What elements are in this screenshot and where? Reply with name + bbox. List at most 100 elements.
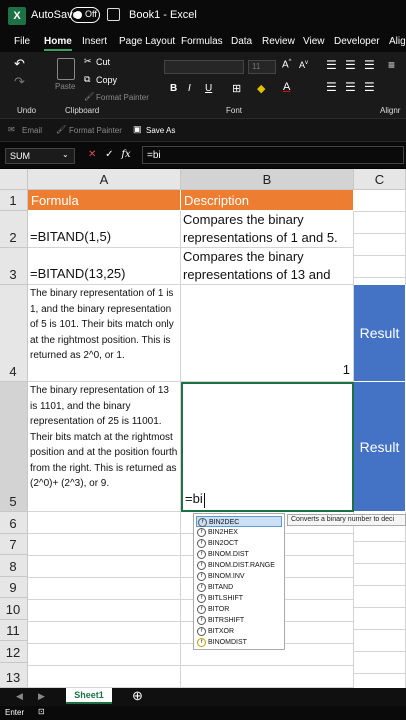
align-right-icon[interactable]: ☰ [364, 80, 375, 94]
cell-b1[interactable]: Description [181, 190, 354, 211]
copy-button[interactable]: Copy [96, 75, 117, 85]
cut-icon[interactable]: ✂ [84, 56, 92, 67]
autocomplete-item[interactable]: f BITXOR [196, 626, 282, 637]
column-header-a[interactable]: A [28, 169, 181, 190]
insert-function-button[interactable]: fx [121, 149, 130, 160]
row-header-11[interactable]: 11 [0, 620, 28, 641]
italic-button[interactable]: I [188, 83, 191, 94]
row-header-2[interactable]: 2 [0, 211, 28, 248]
cell-b4[interactable]: 1 [181, 285, 354, 382]
cut-button[interactable]: Cut [96, 57, 110, 67]
tab-developer[interactable]: Developer [334, 36, 380, 47]
format-painter-icon[interactable]: 🖌 [84, 92, 94, 101]
select-all-corner[interactable] [0, 169, 28, 190]
enter-check-icon[interactable]: ✓ [105, 149, 113, 160]
autocomplete-item[interactable]: f BITLSHIFT [196, 593, 282, 604]
autocomplete-item[interactable]: f BITAND [196, 582, 282, 593]
email-icon[interactable]: ✉ [8, 125, 15, 134]
paste-icon[interactable] [57, 58, 75, 80]
email-button[interactable]: Email [22, 126, 42, 135]
cell-a4[interactable]: The binary representation of 1 is 1, and… [28, 285, 181, 382]
cell-a3[interactable]: =BITAND(13,25) [28, 248, 181, 285]
scroll-left-icon[interactable]: ◀ [16, 691, 23, 702]
empty-cells-a[interactable] [28, 512, 181, 688]
autocomplete-item[interactable]: f BITRSHIFT [196, 615, 282, 626]
wrap-text-icon[interactable]: ≡ [388, 58, 395, 72]
formula-input[interactable]: =bi [142, 146, 404, 164]
autocomplete-item[interactable]: f BINOM.DIST [196, 549, 282, 560]
align-center-icon[interactable]: ☰ [345, 80, 356, 94]
cell-b2[interactable]: Compares the binary representations of 1… [181, 211, 354, 248]
paste-label[interactable]: Paste [55, 82, 75, 91]
grow-font-icon[interactable]: A^ [282, 59, 292, 70]
tab-file[interactable]: File [14, 36, 30, 47]
cell-c4[interactable]: Result [354, 285, 406, 382]
align-left-icon[interactable]: ☰ [326, 80, 337, 94]
function-icon: f [197, 539, 206, 548]
tab-formulas[interactable]: Formulas [181, 36, 223, 47]
shrink-font-icon[interactable]: Av [299, 60, 308, 70]
autocomplete-item[interactable]: f BINOM.INV [196, 571, 282, 582]
row-header-12[interactable]: 12 [0, 641, 28, 663]
row-header-5[interactable]: 5 [0, 382, 28, 512]
row-header-9[interactable]: 9 [0, 577, 28, 598]
cell-a5[interactable]: The binary representation of 13 is 1101,… [28, 382, 181, 512]
tab-home[interactable]: Home [44, 36, 72, 47]
underline-button[interactable]: U [205, 83, 212, 94]
font-family-select[interactable] [164, 60, 244, 74]
autosave-state: Off [85, 9, 97, 19]
row-header-10[interactable]: 10 [0, 598, 28, 620]
undo-icon[interactable]: ↶ [14, 56, 25, 72]
format-painter-2-icon[interactable]: 🖌 [56, 125, 66, 134]
borders-icon[interactable]: ⊞ [232, 82, 241, 95]
autocomplete-item[interactable]: f BINOM.DIST.RANGE [196, 560, 282, 571]
cell-c5[interactable]: Result [354, 382, 406, 512]
align-bottom-icon[interactable]: ☰ [364, 58, 375, 72]
row-header-13[interactable]: 13 [0, 663, 28, 688]
tab-review[interactable]: Review [262, 36, 295, 47]
save-as-button[interactable]: Save As [146, 126, 175, 135]
autocomplete-item[interactable]: f BITOR [196, 604, 282, 615]
cancel-icon[interactable]: ✕ [88, 149, 96, 160]
align-top-icon[interactable]: ☰ [326, 58, 337, 72]
sheet-tab-sheet1[interactable]: Sheet1 [66, 688, 112, 704]
row-header-7[interactable]: 7 [0, 534, 28, 555]
tab-alignment-truncated[interactable]: Aligi [389, 36, 406, 47]
font-size-select[interactable]: 11 [248, 60, 276, 74]
bold-button[interactable]: B [170, 83, 177, 94]
format-painter-2-button[interactable]: Format Painter [69, 126, 122, 135]
cell-a1[interactable]: Formula [28, 190, 181, 211]
autosave-toggle[interactable]: Off [70, 7, 100, 23]
tab-view[interactable]: View [303, 36, 325, 47]
add-sheet-icon[interactable]: ⊕ [132, 688, 143, 704]
tab-page-layout[interactable]: Page Layout [119, 36, 175, 47]
chevron-down-icon[interactable]: ⌄ [62, 150, 69, 159]
save-icon[interactable] [107, 8, 120, 21]
save-as-icon[interactable]: ▣ [133, 124, 142, 135]
row-header-6[interactable]: 6 [0, 512, 28, 534]
autocomplete-item[interactable]: f BIN2HEX [196, 527, 282, 538]
column-header-c[interactable]: C [354, 169, 406, 190]
function-icon: f [197, 550, 206, 559]
autocomplete-item[interactable]: f BIN2OCT [196, 538, 282, 549]
cell-b3[interactable]: Compares the binary representations of 1… [181, 248, 354, 285]
cell-a2[interactable]: =BITAND(1,5) [28, 211, 181, 248]
row-header-1[interactable]: 1 [0, 190, 28, 211]
align-middle-icon[interactable]: ☰ [345, 58, 356, 72]
redo-icon[interactable]: ↷ [14, 74, 25, 90]
row-header-8[interactable]: 8 [0, 555, 28, 577]
copy-icon[interactable]: ⧉ [84, 74, 90, 85]
cell-b5-active[interactable]: =bi [181, 382, 354, 512]
tab-data[interactable]: Data [231, 36, 252, 47]
row-header-3[interactable]: 3 [0, 248, 28, 285]
tab-insert[interactable]: Insert [82, 36, 107, 47]
font-color-icon[interactable]: A [283, 81, 290, 93]
scroll-right-icon[interactable]: ▶ [38, 691, 45, 702]
accessibility-icon[interactable]: ⊡ [38, 707, 45, 716]
autocomplete-item[interactable]: f BIN2DEC [196, 516, 282, 527]
row-header-4[interactable]: 4 [0, 285, 28, 382]
format-painter-button[interactable]: Format Painter [96, 93, 149, 102]
fill-color-icon[interactable]: ◆ [257, 82, 265, 95]
autocomplete-item[interactable]: f BINOMDIST [196, 637, 282, 648]
column-header-b[interactable]: B [181, 169, 354, 190]
